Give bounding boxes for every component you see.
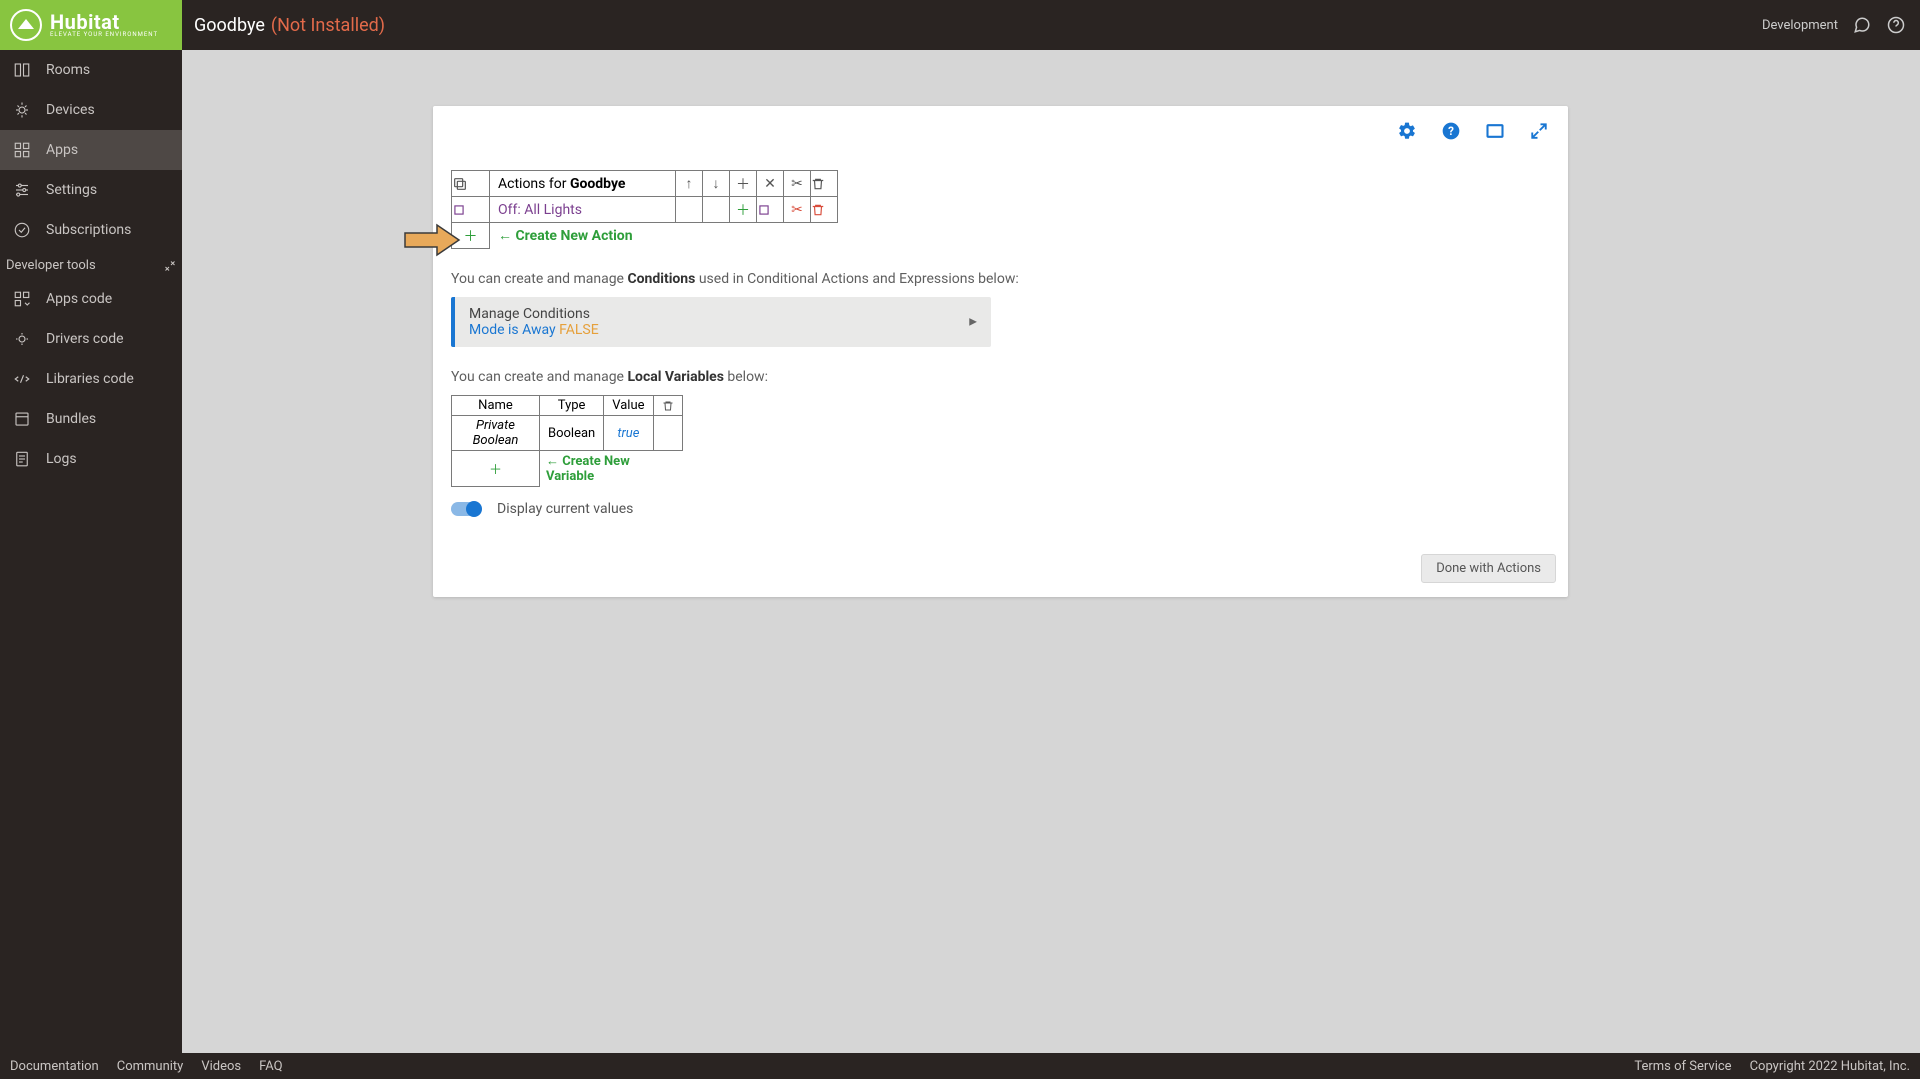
page-title: Goodbye (Not Installed) [182,15,385,36]
sidebar-item-apps[interactable]: Apps [0,130,182,170]
sidebar-item-libraries-code[interactable]: Libraries code [0,359,182,399]
sidebar-label: Subscriptions [46,222,131,238]
create-action-label: ← Create New Action [490,223,838,249]
logs-icon [12,450,32,468]
move-down-icon[interactable]: ↓ [703,171,730,197]
vars-intro: You can create and manage Local Variable… [451,369,1568,385]
actions-table: Actions for Goodbye ↑ ↓ ＋ ✕ ✂ Off: All L… [451,170,838,249]
development-label: Development [1762,18,1838,33]
devices-icon [12,101,32,119]
vars-table: Name Type Value Private Boolean Boolean … [451,395,683,487]
row-stop-icon[interactable] [757,197,784,223]
sidebar-item-apps-code[interactable]: Apps code [0,279,182,319]
cut-icon[interactable]: ✂ [784,171,811,197]
create-action-row[interactable]: ＋ ← Create New Action [452,223,838,249]
main-card: ? Actions for Goodbye ↑ ↓ ＋ ✕ ✂ [433,106,1568,597]
title-prefix: Goodbye [194,15,265,36]
sidebar-item-logs[interactable]: Logs [0,439,182,479]
trash-icon[interactable] [811,171,838,197]
toggle-label: Display current values [497,501,633,517]
sidebar-label: Logs [46,451,77,467]
sidebar-label: Libraries code [46,371,134,387]
gear-icon[interactable] [1396,120,1418,142]
actions-header: Actions for Goodbye [490,171,676,197]
topbar: Hubitat ELEVATE YOUR ENVIRONMENT Goodbye… [0,0,1920,50]
sidebar-label: Apps [46,142,78,158]
caret-right-icon: ▶ [969,317,977,328]
sidebar-item-bundles[interactable]: Bundles [0,399,182,439]
apps-code-icon [12,290,32,308]
action-label: Off: All Lights [490,197,676,223]
copy-icon[interactable] [452,171,490,197]
title-status: (Not Installed) [271,15,385,36]
comment-icon[interactable] [1852,15,1872,35]
footer-copyright: Copyright 2022 Hubitat, Inc. [1750,1059,1910,1074]
svg-text:?: ? [1448,124,1454,138]
manage-conditions-box[interactable]: Manage Conditions Mode is Away FALSE ▶ [451,297,991,347]
plus-icon[interactable]: ＋ [730,171,757,197]
vars-header-row: Name Type Value [452,396,683,416]
sidebar-label: Settings [46,182,97,198]
apps-icon [12,141,32,159]
condition-line: Mode is Away FALSE [469,322,977,338]
sidebar-label: Devices [46,102,95,118]
toggle-row: Display current values [451,501,1568,517]
subscriptions-icon [12,221,32,239]
settings-icon [12,181,32,199]
developer-tools-header[interactable]: Developer tools [0,250,182,279]
help-circle-icon[interactable]: ? [1440,120,1462,142]
move-up-icon[interactable]: ↑ [676,171,703,197]
actions-header-row: Actions for Goodbye ↑ ↓ ＋ ✕ ✂ [452,171,838,197]
sidebar-item-drivers-code[interactable]: Drivers code [0,319,182,359]
top-right: Development [1762,15,1920,35]
row-plus-icon[interactable]: ＋ [730,197,757,223]
close-icon[interactable]: ✕ [757,171,784,197]
logo[interactable]: Hubitat ELEVATE YOUR ENVIRONMENT [0,0,182,50]
sidebar-item-devices[interactable]: Devices [0,90,182,130]
display-values-toggle[interactable] [451,502,481,516]
bundles-icon [12,410,32,428]
collapse-icon [164,260,176,272]
sidebar-label: Bundles [46,411,96,427]
card-tools: ? [433,106,1568,170]
logo-ring-icon [10,9,42,41]
footer-link-videos[interactable]: Videos [201,1059,241,1074]
footer: Documentation Community Videos FAQ Terms… [0,1053,1920,1079]
sidebar: Rooms Devices Apps Settings Subscription… [0,50,182,1053]
conditions-box-title: Manage Conditions [469,306,977,322]
window-icon[interactable] [1484,120,1506,142]
sidebar-item-subscriptions[interactable]: Subscriptions [0,210,182,250]
stop-icon[interactable] [452,197,490,223]
sidebar-label: Apps code [46,291,112,307]
row-cut-icon[interactable]: ✂ [784,197,811,223]
sidebar-item-rooms[interactable]: Rooms [0,50,182,90]
footer-link-faq[interactable]: FAQ [259,1059,282,1074]
rooms-icon [12,61,32,79]
logo-main: Hubitat [50,12,158,32]
create-var-row[interactable]: ＋ ← Create New Variable [452,451,683,487]
conditions-intro: You can create and manage Conditions use… [451,271,1568,287]
create-var-label: ← Create New Variable [540,451,683,487]
var-row[interactable]: Private Boolean Boolean true [452,416,683,451]
libraries-code-icon [12,370,32,388]
footer-link-community[interactable]: Community [117,1059,184,1074]
drivers-code-icon [12,330,32,348]
annotation-arrow-icon [403,223,463,257]
sidebar-label: Drivers code [46,331,124,347]
create-var-plus-icon[interactable]: ＋ [452,451,540,487]
vars-trash-header-icon[interactable] [653,396,682,416]
done-button[interactable]: Done with Actions [1421,554,1556,583]
expand-icon[interactable] [1528,120,1550,142]
logo-sub: ELEVATE YOUR ENVIRONMENT [50,32,158,38]
footer-link-documentation[interactable]: Documentation [10,1059,99,1074]
row-trash-icon[interactable] [811,197,838,223]
sidebar-item-settings[interactable]: Settings [0,170,182,210]
action-row[interactable]: Off: All Lights ＋ ✂ [452,197,838,223]
help-icon[interactable] [1886,15,1906,35]
footer-terms[interactable]: Terms of Service [1634,1059,1731,1074]
sidebar-label: Rooms [46,62,90,78]
